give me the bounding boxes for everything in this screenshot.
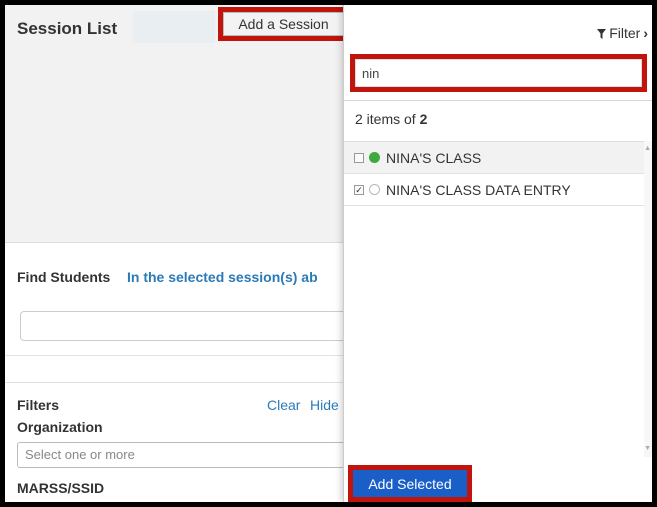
checkbox-checked[interactable]: ✓ bbox=[354, 185, 364, 195]
funnel-icon bbox=[597, 29, 607, 40]
screenshot-frame: Session List Add a Session Find Students… bbox=[5, 5, 652, 502]
add-session-dropdown: Filter› 2 items of 2 NINA'S CLASS ✓ NINA… bbox=[343, 5, 652, 502]
session-list-panel: Session List Add a Session bbox=[5, 5, 349, 243]
filter-label: Filter bbox=[609, 25, 641, 41]
divider bbox=[5, 382, 345, 383]
chevron-right-icon: › bbox=[643, 25, 648, 41]
find-students-scope-link[interactable]: In the selected session(s) ab bbox=[127, 269, 318, 285]
session-list-title: Session List bbox=[17, 19, 118, 38]
divider bbox=[5, 355, 345, 356]
add-session-label: Add a Session bbox=[223, 12, 344, 36]
organization-select[interactable]: Select one or more bbox=[17, 442, 345, 468]
result-count: 2 items of 2 bbox=[355, 111, 427, 127]
session-search-wrapper bbox=[350, 54, 647, 92]
session-tab-area bbox=[133, 11, 215, 43]
scroll-up-icon[interactable]: ▲ bbox=[644, 145, 651, 152]
add-session-button[interactable]: Add a Session bbox=[218, 7, 349, 41]
session-search-input[interactable] bbox=[355, 59, 642, 87]
organization-label: Organization bbox=[17, 419, 103, 435]
clear-filters-link[interactable]: Clear bbox=[267, 397, 300, 413]
blank-area bbox=[263, 475, 345, 502]
result-count-prefix: 2 items of bbox=[355, 111, 420, 127]
list-item[interactable]: ✓ NINA'S CLASS DATA ENTRY bbox=[344, 174, 652, 206]
list-item-label: NINA'S CLASS DATA ENTRY bbox=[386, 182, 571, 198]
status-inactive-icon bbox=[369, 184, 380, 195]
checkbox[interactable] bbox=[354, 153, 364, 163]
filters-heading: Filters bbox=[17, 397, 60, 413]
find-students-row: Find Students In the selected session(s)… bbox=[5, 267, 345, 289]
left-panel: Session List Add a Session Find Students… bbox=[5, 5, 350, 502]
add-selected-button[interactable]: Add Selected bbox=[353, 470, 467, 497]
list-item-label: NINA'S CLASS bbox=[386, 150, 482, 166]
hide-filters-link[interactable]: Hide bbox=[310, 397, 339, 413]
list-scrollbar[interactable] bbox=[644, 141, 652, 457]
add-selected-wrapper: Add Selected bbox=[348, 465, 472, 502]
find-students-label: Find Students bbox=[17, 269, 111, 285]
status-active-icon bbox=[369, 152, 380, 163]
session-results-list: NINA'S CLASS ✓ NINA'S CLASS DATA ENTRY bbox=[344, 141, 652, 457]
student-search-input[interactable] bbox=[20, 311, 350, 341]
marss-ssid-label: MARSS/SSID bbox=[17, 480, 105, 496]
list-item[interactable]: NINA'S CLASS bbox=[344, 142, 652, 174]
filter-toggle-button[interactable]: Filter › bbox=[597, 25, 648, 41]
scroll-down-icon[interactable]: ▼ bbox=[644, 445, 651, 452]
result-count-total: 2 bbox=[419, 111, 428, 127]
divider bbox=[344, 100, 652, 101]
